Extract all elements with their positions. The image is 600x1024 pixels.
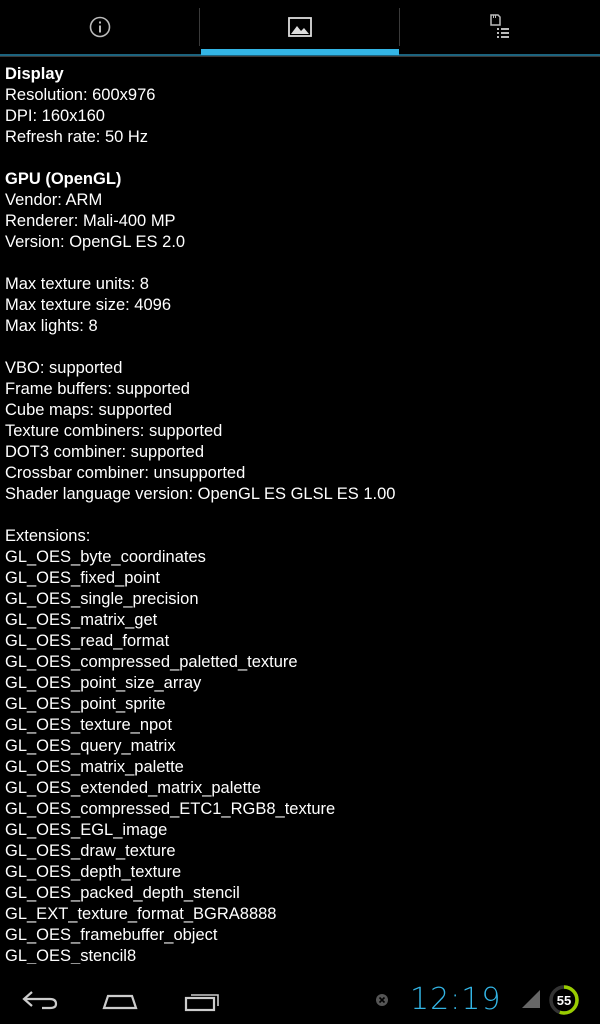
info-line: GL_OES_EGL_image <box>5 821 168 839</box>
recent-apps-icon <box>184 994 219 1012</box>
info-line: Version: OpenGL ES 2.0 <box>5 233 186 251</box>
home-button[interactable] <box>98 984 142 1016</box>
recent-apps-button[interactable] <box>180 984 224 1016</box>
info-line: Max texture size: 4096 <box>5 296 171 314</box>
info-line: Vendor: ARM <box>5 191 103 209</box>
info-line: GL_OES_packed_depth_stencil <box>5 884 240 902</box>
info-icon <box>89 16 110 38</box>
info-line: Texture combiners: supported <box>5 422 223 440</box>
info-line: Crossbar combiner: unsupported <box>5 464 246 482</box>
info-line: GL_OES_matrix_palette <box>5 758 184 776</box>
selected-tab-indicator <box>201 49 399 55</box>
info-line: GL_OES_compressed_ETC1_RGB8_texture <box>5 800 336 818</box>
info-line: GL_OES_query_matrix <box>5 737 176 755</box>
info-line: Shader language version: OpenGL ES GLSL … <box>5 485 396 503</box>
tab-info[interactable] <box>0 0 199 54</box>
info-line: VBO: supported <box>5 359 123 377</box>
tab-storage[interactable] <box>400 0 600 54</box>
home-icon <box>102 994 138 1010</box>
info-line: Renderer: Mali-400 MP <box>5 212 176 230</box>
section-heading: Display <box>5 65 64 83</box>
info-line: GL_OES_fixed_point <box>5 569 161 587</box>
info-line: GL_OES_depth_texture <box>5 863 182 881</box>
info-line: GL_EXT_texture_format_BGRA8888 <box>5 905 277 923</box>
info-line: GL_OES_framebuffer_object <box>5 926 218 944</box>
close-circle-icon <box>376 994 388 1006</box>
info-line: Refresh rate: 50 Hz <box>5 128 149 146</box>
info-line: GL_OES_single_precision <box>5 590 199 608</box>
info-line: GL_OES_draw_texture <box>5 842 176 860</box>
info-line: Resolution: 600x976 <box>5 86 156 104</box>
info-line: Extensions: <box>5 527 91 545</box>
back-icon <box>22 991 58 1010</box>
image-icon <box>287 17 312 37</box>
info-line: Frame buffers: supported <box>5 380 190 398</box>
info-line: GL_OES_extended_matrix_palette <box>5 779 261 797</box>
section-heading: GPU (OpenGL) <box>5 170 122 188</box>
clock[interactable]: 12:19 <box>410 982 501 1017</box>
tab-bar <box>0 0 600 57</box>
info-line: GL_OES_read_format <box>5 632 170 650</box>
info-line: Max texture units: 8 <box>5 275 149 293</box>
gpu-info-text: Display Resolution: 600x976 DPI: 160x160 Re… <box>5 64 595 964</box>
system-bar <box>0 976 600 1024</box>
info-line: Cube maps: supported <box>5 401 172 419</box>
tab-display[interactable] <box>200 0 399 54</box>
info-line: GL_OES_matrix_get <box>5 611 158 629</box>
battery-level: 55 <box>556 992 572 1008</box>
info-line: DOT3 combiner: supported <box>5 443 205 461</box>
info-line: DPI: 160x160 <box>5 107 105 125</box>
info-line: GL_OES_byte_coordinates <box>5 548 206 566</box>
info-line: GL_OES_stencil8 <box>5 947 137 964</box>
signal-icon <box>522 990 540 1008</box>
info-line: GL_OES_point_size_array <box>5 674 202 692</box>
info-line: Max lights: 8 <box>5 317 98 335</box>
info-line: GL_OES_point_sprite <box>5 695 166 713</box>
info-line: GL_OES_compressed_paletted_texture <box>5 653 298 671</box>
notification-button[interactable] <box>372 984 392 1016</box>
info-line: GL_OES_texture_npot <box>5 716 172 734</box>
back-button[interactable] <box>18 984 62 1016</box>
sd-list-icon <box>490 14 509 38</box>
